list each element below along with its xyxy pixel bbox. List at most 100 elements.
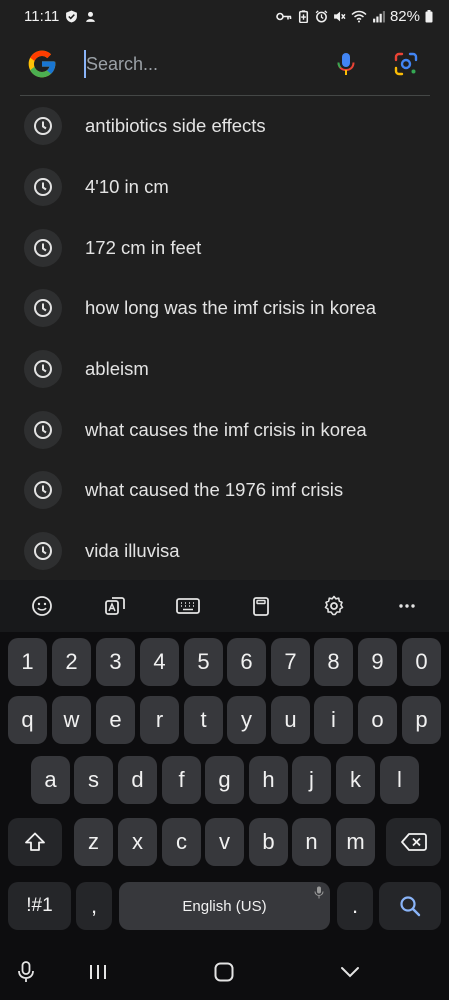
key-3[interactable]: 3 (96, 638, 135, 686)
key-s[interactable]: s (74, 756, 113, 804)
list-item[interactable]: vida illuvisa (0, 521, 449, 582)
list-item[interactable]: 172 cm in feet (0, 217, 449, 278)
hide-keyboard-button[interactable] (334, 956, 366, 988)
search-icon (400, 896, 421, 917)
symbols-key[interactable]: !#1 (8, 882, 71, 930)
clipboard-icon (252, 597, 269, 616)
keyboard-mode-button[interactable] (168, 586, 208, 626)
key-c[interactable]: c (162, 818, 201, 866)
emoji-button[interactable] (22, 586, 62, 626)
number-row: 1 2 3 4 5 6 7 8 9 0 (0, 638, 449, 688)
key-r[interactable]: r (140, 696, 179, 744)
key-u[interactable]: u (271, 696, 310, 744)
shift-icon (25, 832, 45, 851)
more-options-button[interactable] (387, 586, 427, 626)
google-lens-icon[interactable] (392, 50, 420, 78)
suggestion-text: 4'10 in cm (85, 176, 169, 198)
key-w[interactable]: w (52, 696, 91, 744)
key-e[interactable]: e (96, 696, 135, 744)
history-icon (24, 289, 62, 328)
translate-button[interactable] (95, 586, 135, 626)
mute-icon (334, 11, 346, 21)
key-7[interactable]: 7 (271, 638, 310, 686)
home-button[interactable] (208, 956, 240, 988)
key-l[interactable]: l (380, 756, 419, 804)
key-2[interactable]: 2 (52, 638, 91, 686)
signal-icon (373, 10, 385, 22)
bottom-row: !#1 , English (US) . (0, 882, 449, 932)
voice-input-button[interactable] (10, 956, 42, 988)
key-y[interactable]: y (227, 696, 266, 744)
backspace-key[interactable] (386, 818, 441, 866)
key-m[interactable]: m (336, 818, 375, 866)
battery-percent: 82% (389, 7, 420, 25)
history-icon (24, 471, 62, 510)
letter-row-1: q w e r t y u i o p (0, 696, 449, 746)
suggestion-text: 172 cm in feet (85, 236, 202, 258)
key-a[interactable]: a (31, 756, 70, 804)
status-bar: 11:11 82% (0, 0, 449, 32)
mic-small-icon (314, 886, 324, 899)
period-key[interactable]: . (337, 882, 373, 930)
key-d[interactable]: d (118, 756, 157, 804)
recent-apps-icon (90, 965, 106, 979)
key-b[interactable]: b (249, 818, 288, 866)
key-q[interactable]: q (8, 696, 47, 744)
key-o[interactable]: o (358, 696, 397, 744)
list-item[interactable]: what caused the 1976 imf crisis (0, 460, 449, 521)
key-f[interactable]: f (162, 756, 201, 804)
search-bar (0, 40, 449, 88)
key-0[interactable]: 0 (402, 638, 441, 686)
gear-icon (324, 595, 344, 616)
keyboard: 1 2 3 4 5 6 7 8 9 0 q w e r t y u i o p … (0, 632, 449, 944)
key-j[interactable]: j (292, 756, 331, 804)
key-1[interactable]: 1 (8, 638, 47, 686)
key-p[interactable]: p (402, 696, 441, 744)
key-6[interactable]: 6 (227, 638, 266, 686)
alarm-icon (315, 9, 328, 22)
more-horiz-icon (398, 604, 415, 608)
space-key[interactable]: English (US) (119, 882, 330, 930)
key-k[interactable]: k (336, 756, 375, 804)
mic-icon (18, 961, 34, 982)
key-4[interactable]: 4 (140, 638, 179, 686)
key-h[interactable]: h (249, 756, 288, 804)
search-key[interactable] (379, 882, 441, 930)
recent-apps-button[interactable] (82, 956, 114, 988)
key-v[interactable]: v (205, 818, 244, 866)
status-time: 11:11 (24, 7, 60, 25)
key-z[interactable]: z (74, 818, 113, 866)
key-g[interactable]: g (205, 756, 244, 804)
list-item[interactable]: what causes the imf crisis in korea (0, 399, 449, 460)
key-t[interactable]: t (184, 696, 223, 744)
suggestion-text: vida illuvisa (85, 540, 180, 562)
key-x[interactable]: x (118, 818, 157, 866)
list-item[interactable]: how long was the imf crisis in korea (0, 278, 449, 339)
suggestion-list: antibiotics side effects 4'10 in cm 172 … (0, 96, 449, 582)
key-8[interactable]: 8 (314, 638, 353, 686)
wifi-icon (351, 10, 367, 22)
shift-key[interactable] (8, 818, 62, 866)
list-item[interactable]: ableism (0, 339, 449, 400)
google-logo-icon[interactable] (26, 48, 58, 80)
search-input[interactable] (84, 50, 304, 78)
letter-row-3: z x c v b n m (0, 818, 449, 868)
translate-icon (105, 597, 126, 615)
list-item[interactable]: 4'10 in cm (0, 157, 449, 218)
history-icon (24, 532, 62, 571)
settings-button[interactable] (314, 586, 354, 626)
suggestion-text: antibiotics side effects (85, 115, 266, 137)
backspace-icon (400, 833, 427, 851)
key-5[interactable]: 5 (184, 638, 223, 686)
clipboard-button[interactable] (241, 586, 281, 626)
list-item[interactable]: antibiotics side effects (0, 96, 449, 157)
emoji-icon (32, 596, 53, 616)
history-icon (24, 168, 62, 207)
key-n[interactable]: n (292, 818, 331, 866)
key-i[interactable]: i (314, 696, 353, 744)
history-icon (24, 228, 62, 267)
voice-search-mic-icon[interactable] (332, 50, 360, 78)
comma-key[interactable]: , (76, 882, 112, 930)
key-9[interactable]: 9 (358, 638, 397, 686)
shield-icon (66, 10, 78, 22)
